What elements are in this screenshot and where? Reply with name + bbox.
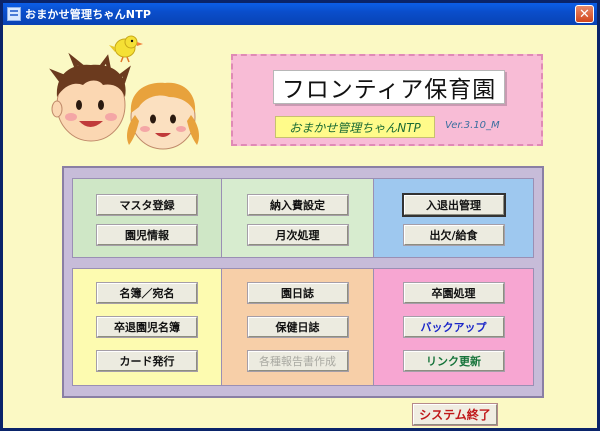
health-journal-button[interactable]: 保健日誌 xyxy=(246,316,349,338)
window-title: おまかせ管理ちゃんNTP xyxy=(25,8,152,21)
main-menu: マスタ登録 園児情報 納入費設定 月次処理 入退出管理 出欠/給食 名簿／宛名 … xyxy=(62,166,544,398)
close-icon: ✕ xyxy=(579,6,590,22)
header-plate: フロンティア保育園 おまかせ管理ちゃんNTP Ver.3.10_M xyxy=(231,54,543,146)
app-icon xyxy=(7,7,21,21)
menu-panel-attendance: 入退出管理 出欠/給食 xyxy=(374,178,534,258)
card-issue-button[interactable]: カード発行 xyxy=(96,350,198,372)
menu-panel-fees: 納入費設定 月次処理 xyxy=(222,178,374,258)
kids-with-bird-illustration xyxy=(49,35,199,150)
school-journal-button[interactable]: 園日誌 xyxy=(246,282,349,304)
menu-panel-journals: 園日誌 保健日誌 各種報告書作成 xyxy=(222,268,374,386)
monthly-processing-button[interactable]: 月次処理 xyxy=(246,224,349,246)
version-label: Ver.3.10_M xyxy=(445,120,500,131)
child-info-button[interactable]: 園児情報 xyxy=(96,224,198,246)
master-registration-button[interactable]: マスタ登録 xyxy=(96,194,198,216)
menu-row-bottom: 名簿／宛名 卒退園児名簿 カード発行 園日誌 保健日誌 各種報告書作成 卒園処理… xyxy=(72,268,534,386)
fee-settings-button[interactable]: 納入費設定 xyxy=(246,194,349,216)
bird-icon xyxy=(109,35,143,63)
graduate-roster-button[interactable]: 卒退園児名簿 xyxy=(96,316,198,338)
title-bar[interactable]: おまかせ管理ちゃんNTP ✕ xyxy=(3,3,597,25)
girl-icon xyxy=(127,82,199,150)
system-exit-button[interactable]: システム終了 xyxy=(412,403,498,426)
attendance-meals-button[interactable]: 出欠/給食 xyxy=(402,224,505,246)
app-title: フロンティア保育園 xyxy=(273,70,505,104)
menu-panel-system: 卒園処理 バックアップ リンク更新 xyxy=(374,268,534,386)
menu-panel-master: マスタ登録 園児情報 xyxy=(72,178,222,258)
link-update-button[interactable]: リンク更新 xyxy=(402,350,505,372)
roster-address-button[interactable]: 名簿／宛名 xyxy=(96,282,198,304)
entry-exit-management-button[interactable]: 入退出管理 xyxy=(401,193,506,217)
close-button[interactable]: ✕ xyxy=(575,5,594,23)
backup-button[interactable]: バックアップ xyxy=(402,316,505,338)
boy-icon xyxy=(49,52,131,142)
reports-button[interactable]: 各種報告書作成 xyxy=(246,350,349,372)
app-subtitle: おまかせ管理ちゃんNTP xyxy=(275,116,435,138)
menu-panel-roster: 名簿／宛名 卒退園児名簿 カード発行 xyxy=(72,268,222,386)
graduation-processing-button[interactable]: 卒園処理 xyxy=(402,282,505,304)
app-window: おまかせ管理ちゃんNTP ✕ フロンティア保育園 おまかせ管理ちゃんNTP Ve… xyxy=(0,0,600,431)
menu-row-top: マスタ登録 園児情報 納入費設定 月次処理 入退出管理 出欠/給食 xyxy=(72,178,534,258)
